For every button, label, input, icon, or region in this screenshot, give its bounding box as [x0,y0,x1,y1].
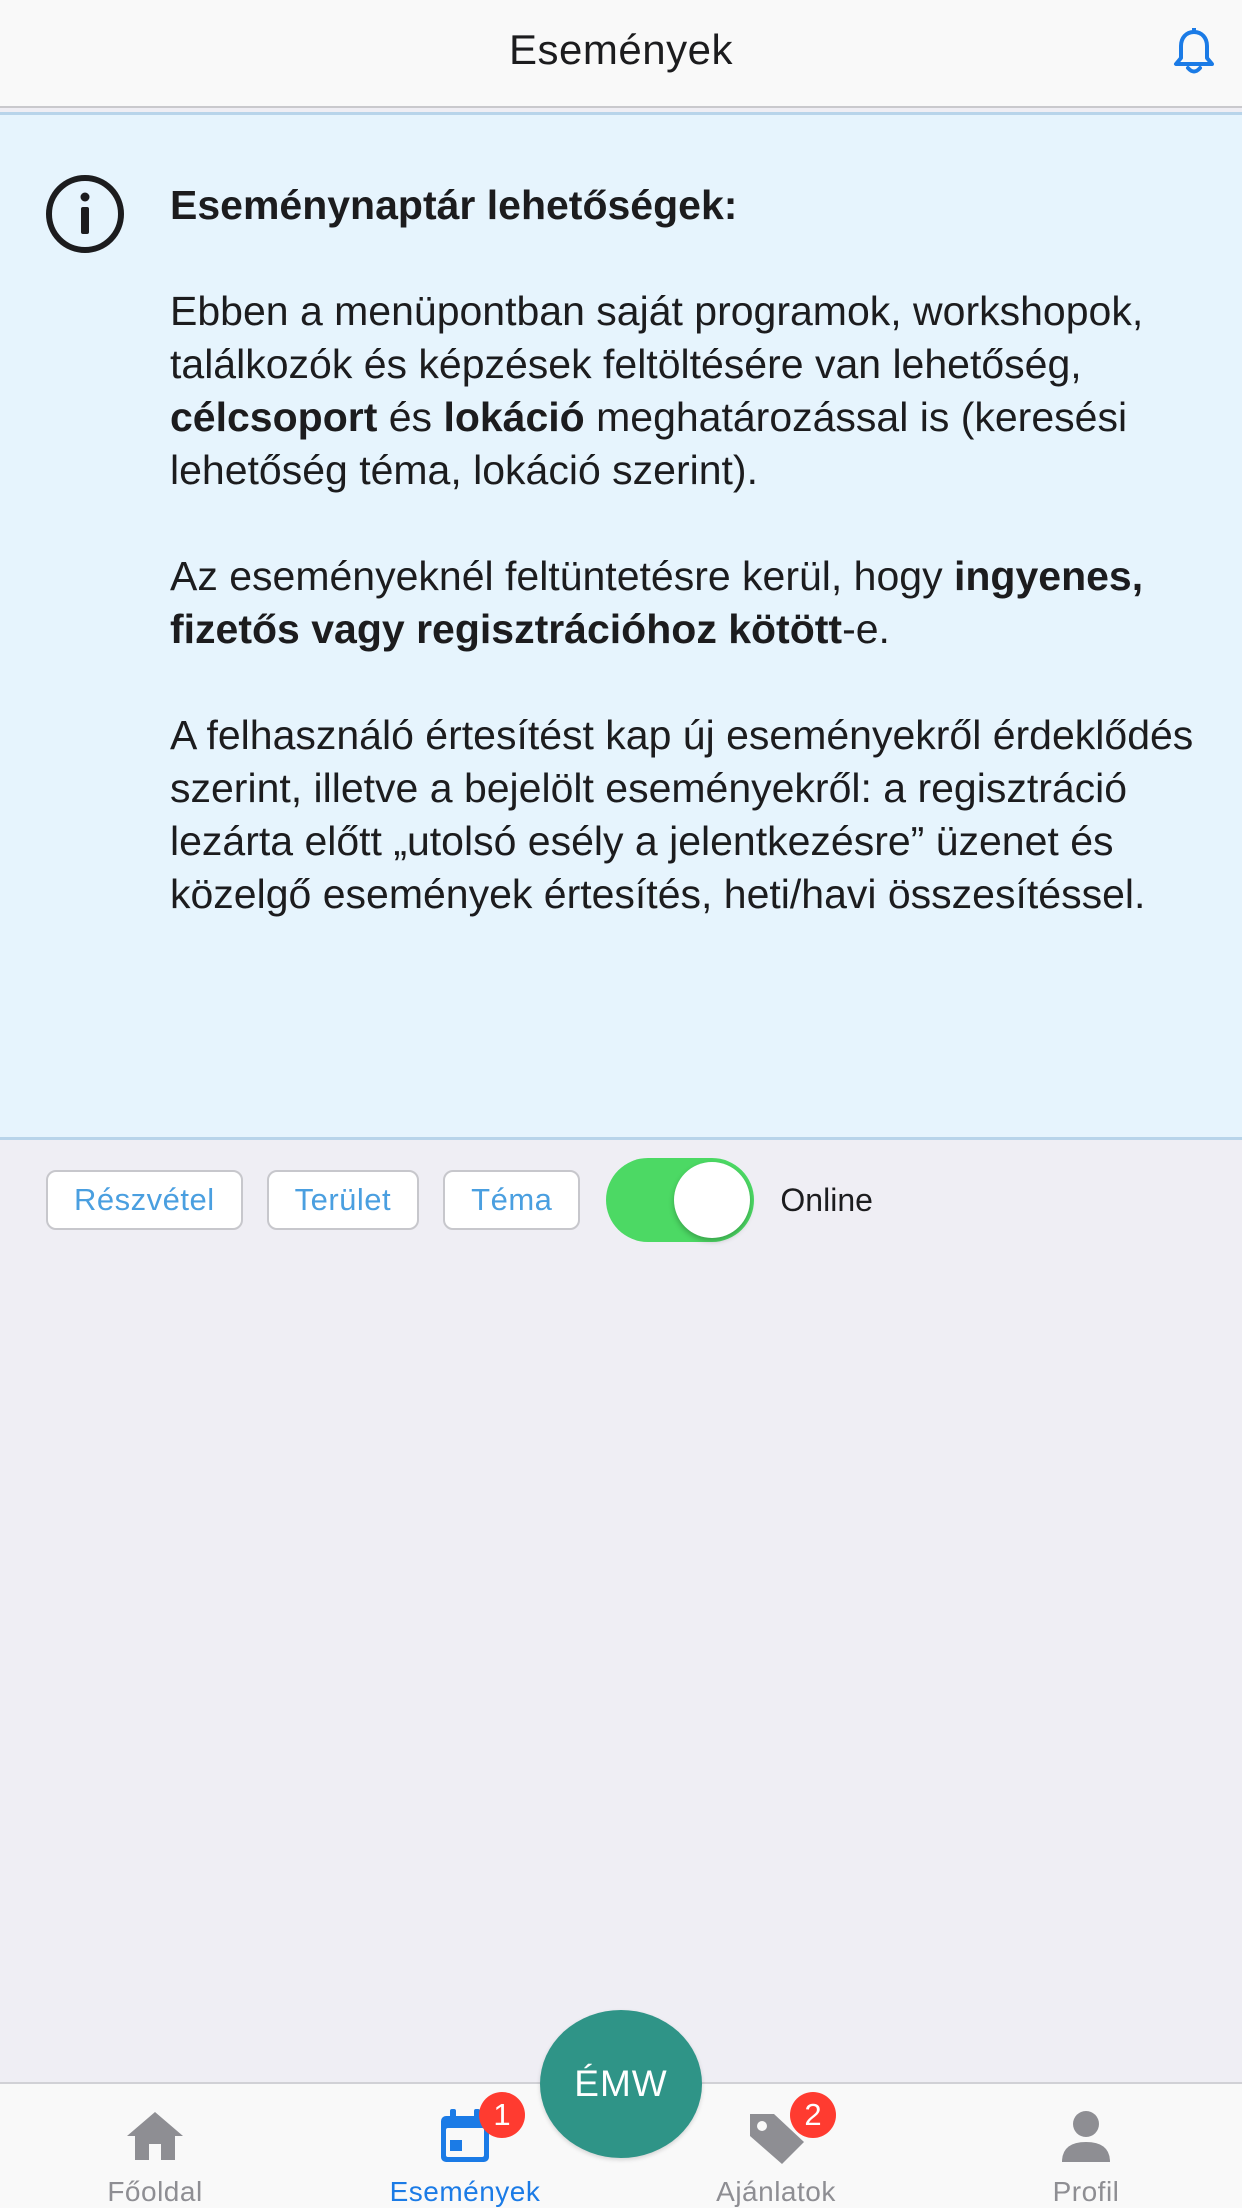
filter-chip-topic[interactable]: Téma [443,1170,581,1230]
tab-home-label: Főoldal [107,2176,203,2207]
tab-profile[interactable]: Profil [986,2106,1186,2208]
center-emw-button[interactable]: ÉMW [540,2010,702,2158]
tab-events[interactable]: 1 Események [365,2092,565,2208]
info-paragraph-1: Ebben a menüpontban saját programok, wor… [170,285,1210,497]
info-p1-text-1: Ebben a menüpontban saját programok, wor… [170,288,1144,387]
info-p2-text-2: -e. [842,606,890,652]
tab-events-label: Események [389,2176,541,2207]
page-title: Események [509,26,733,73]
info-paragraph-3: A felhasználó értesítést kap új eseménye… [170,712,1194,917]
home-icon [127,2112,183,2160]
bell-icon[interactable] [1172,28,1216,76]
tab-profile-label: Profil [1052,2176,1120,2207]
online-toggle-label: Online [780,1181,873,1218]
info-p1-text-2: és [377,394,444,440]
info-heading: Eseménynaptár lehetőségek: [170,182,738,228]
tab-offers-label: Ajánlatok [716,2176,836,2207]
filter-row: Részvétel Terület Téma Online [46,1158,873,1242]
tab-offers[interactable]: 2 Ajánlatok [676,2092,876,2208]
info-text: Eseménynaptár lehetőségek: Ebben a menüp… [170,179,1210,974]
info-paragraph-2: Az eseményeknél feltüntetésre kerül, hog… [170,550,1210,656]
nav-header: Események [0,0,1242,108]
tab-home[interactable]: Főoldal [55,2106,255,2208]
person-icon [1062,2111,1110,2162]
filter-chip-participation[interactable]: Részvétel [46,1170,243,1230]
info-p1-bold-location: lokáció [443,394,585,440]
info-p2-text-1: Az eseményeknél feltüntetésre kerül, hog… [170,553,954,599]
events-badge: 1 [479,2092,525,2138]
info-p1-bold-target-group: célcsoport [170,394,378,440]
info-circle-icon [46,175,124,253]
online-toggle[interactable] [606,1158,755,1242]
toggle-knob [674,1162,751,1238]
offers-badge: 2 [790,2092,836,2138]
info-panel: Eseménynaptár lehetőségek: Ebben a menüp… [0,112,1242,1140]
filter-chip-area[interactable]: Terület [266,1170,420,1230]
